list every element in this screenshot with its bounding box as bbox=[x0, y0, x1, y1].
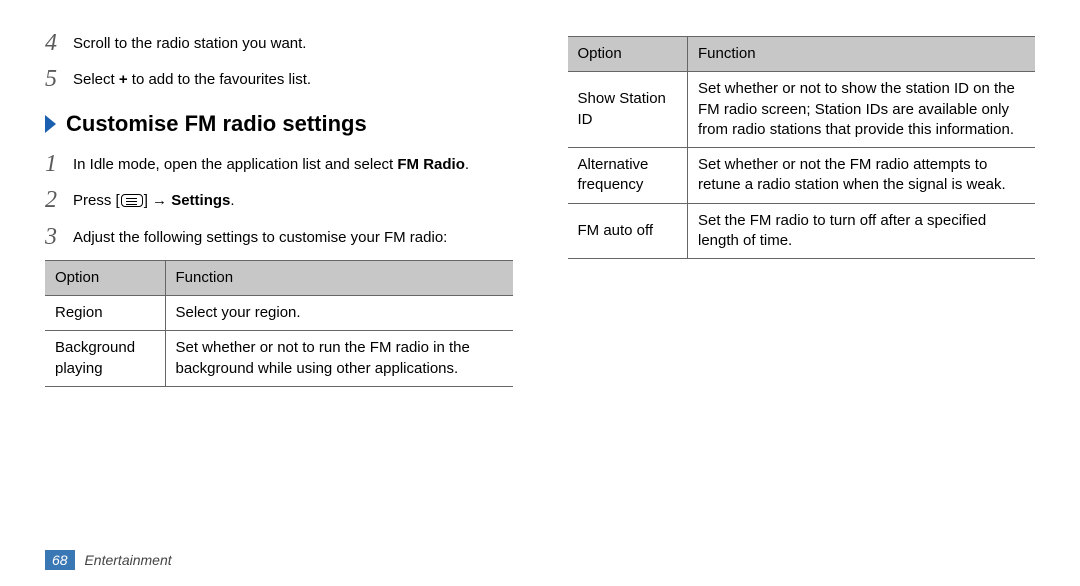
step-text: In Idle mode, open the application list … bbox=[73, 151, 469, 175]
th-function: Function bbox=[165, 260, 513, 295]
table-row: FM auto off Set the FM radio to turn off… bbox=[568, 203, 1036, 259]
section-heading: Customise FM radio settings bbox=[45, 111, 513, 137]
th-option: Option bbox=[568, 37, 688, 72]
th-function: Function bbox=[688, 37, 1036, 72]
chevron-right-icon bbox=[45, 115, 56, 133]
section-name: Entertainment bbox=[84, 552, 171, 568]
settings-table-right: Option Function Show Station ID Set whet… bbox=[568, 36, 1036, 259]
step-number: 4 bbox=[45, 30, 73, 56]
step-text: Select + to add to the favourites list. bbox=[73, 66, 311, 90]
step-number: 2 bbox=[45, 187, 73, 213]
right-column: Option Function Show Station ID Set whet… bbox=[568, 30, 1036, 387]
th-option: Option bbox=[45, 260, 165, 295]
page-number: 68 bbox=[45, 550, 75, 570]
step-text: Press [] → Settings. bbox=[73, 187, 235, 211]
heading-title: Customise FM radio settings bbox=[66, 111, 367, 137]
step-number: 1 bbox=[45, 151, 73, 177]
table-row: Background playing Set whether or not to… bbox=[45, 331, 513, 387]
step-3: 3 Adjust the following settings to custo… bbox=[45, 224, 513, 250]
step-number: 5 bbox=[45, 66, 73, 92]
page-footer: 68 Entertainment bbox=[45, 552, 172, 568]
step-text: Adjust the following settings to customi… bbox=[73, 224, 447, 248]
left-column: 4 Scroll to the radio station you want. … bbox=[45, 30, 513, 387]
table-row: Alternative frequency Set whether or not… bbox=[568, 148, 1036, 204]
step-5: 5 Select + to add to the favourites list… bbox=[45, 66, 513, 92]
step-1: 1 In Idle mode, open the application lis… bbox=[45, 151, 513, 177]
step-text: Scroll to the radio station you want. bbox=[73, 30, 306, 54]
step-number: 3 bbox=[45, 224, 73, 250]
table-row: Show Station ID Set whether or not to sh… bbox=[568, 72, 1036, 148]
content-columns: 4 Scroll to the radio station you want. … bbox=[45, 30, 1035, 387]
menu-icon bbox=[121, 194, 143, 207]
step-2: 2 Press [] → Settings. bbox=[45, 187, 513, 213]
table-row: Region Select your region. bbox=[45, 296, 513, 331]
settings-table-left: Option Function Region Select your regio… bbox=[45, 260, 513, 387]
step-4: 4 Scroll to the radio station you want. bbox=[45, 30, 513, 56]
